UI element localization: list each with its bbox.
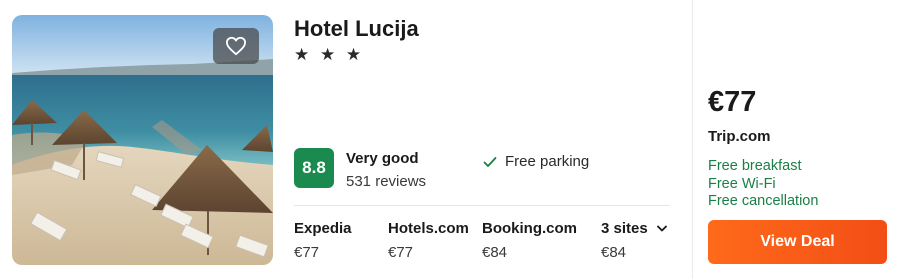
site-price: €84: [482, 244, 508, 261]
site-name: Booking.com: [482, 220, 578, 237]
site-price: €77: [388, 244, 414, 261]
deal-perks: Free breakfast Free Wi-Fi Free cancellat…: [708, 158, 818, 211]
deal-provider: Trip.com: [708, 128, 771, 145]
site-name: 3 sites: [601, 220, 648, 237]
column-separator: [692, 0, 693, 279]
site-offer-expedia[interactable]: Expedia €77: [294, 220, 352, 261]
deal-price: €77: [708, 86, 757, 118]
rating-label: Very good: [346, 150, 419, 167]
site-name: Expedia: [294, 220, 352, 237]
star-rating: ★ ★ ★: [294, 45, 365, 64]
amenity-item: Free parking: [483, 153, 589, 170]
chevron-down-icon: [656, 225, 667, 232]
perk-item: Free breakfast: [708, 158, 802, 174]
site-name: Hotels.com: [388, 220, 469, 237]
perk-item: Free Wi-Fi: [708, 175, 776, 192]
amenity-label: Free parking: [505, 153, 590, 170]
site-offer-booking-com[interactable]: Booking.com €84: [482, 220, 577, 261]
divider: [294, 205, 670, 206]
site-name-row: 3 sites: [601, 220, 667, 237]
site-offer-hotels-com[interactable]: Hotels.com €77: [388, 220, 469, 261]
view-deal-button[interactable]: View Deal: [708, 220, 887, 264]
rating-score-badge: 8.8: [294, 148, 334, 188]
favorite-button[interactable]: [213, 28, 259, 64]
hotel-name[interactable]: Hotel Lucija: [294, 16, 419, 42]
hotel-result-card: Hotel Lucija ★ ★ ★ 8.8 Very good 531 rev…: [0, 0, 904, 279]
site-price: €84: [601, 244, 627, 261]
check-icon: [483, 156, 497, 167]
review-count[interactable]: 531 reviews: [346, 173, 426, 190]
site-price: €77: [294, 244, 320, 261]
perk-item: Free cancellation: [708, 193, 819, 209]
more-sites-dropdown[interactable]: 3 sites €84: [601, 220, 667, 261]
heart-icon: [226, 36, 246, 56]
